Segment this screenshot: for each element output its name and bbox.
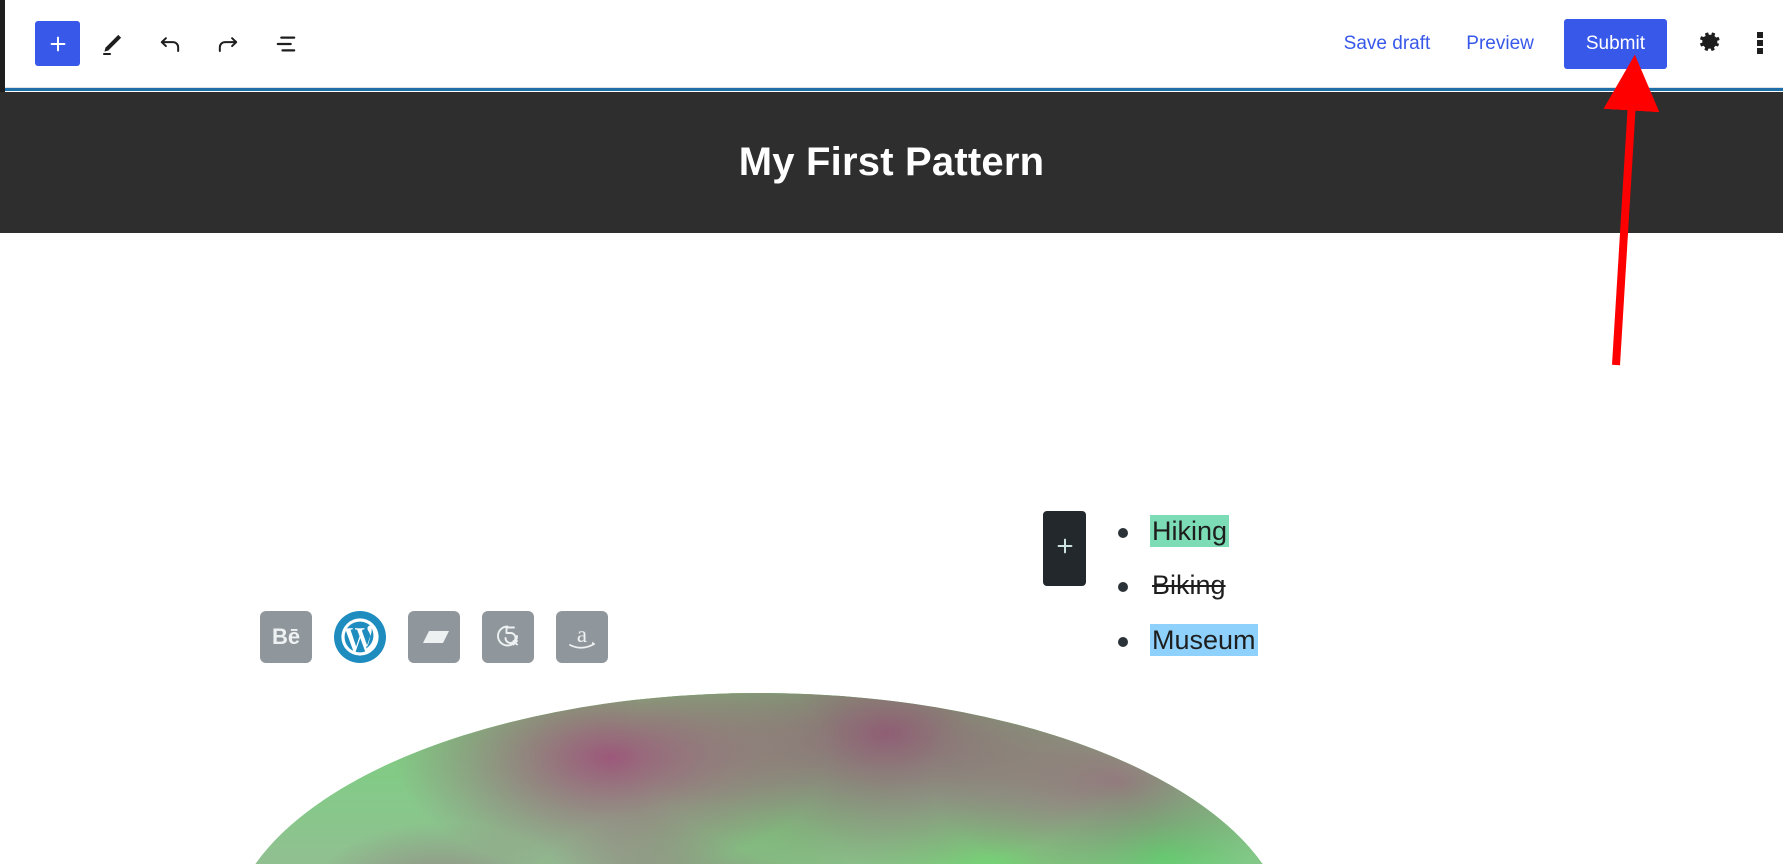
amazon-icon: a (565, 622, 599, 652)
social-icons-block: Bē a (260, 611, 608, 663)
edit-tool-button[interactable] (86, 18, 138, 70)
redo-button[interactable] (202, 18, 254, 70)
pattern-header-band: My First Pattern (0, 92, 1783, 233)
undo-icon (156, 30, 184, 58)
preview-button[interactable]: Preview (1450, 21, 1550, 67)
list-item-label: Museum (1150, 623, 1258, 656)
social-icon-wordpress[interactable] (334, 611, 386, 663)
social-icon-bandcamp[interactable] (408, 611, 460, 663)
behance-icon: Bē (271, 624, 301, 649)
redo-icon (214, 30, 242, 58)
social-icon-500px[interactable] (482, 611, 534, 663)
page-title: My First Pattern (738, 140, 1045, 184)
toolbar-divider (5, 88, 1783, 91)
fivehundredpx-icon (493, 622, 523, 652)
plus-icon (47, 33, 69, 55)
pencil-icon (99, 31, 125, 57)
bandcamp-icon (419, 628, 449, 646)
wordpress-icon (334, 611, 386, 663)
settings-button[interactable] (1683, 17, 1737, 71)
plus-icon (1054, 535, 1076, 562)
toolbar-left-group (5, 18, 312, 70)
image-mask-dome (228, 693, 1290, 864)
list-item[interactable]: Biking (1110, 567, 1258, 603)
submit-button[interactable]: Submit (1563, 18, 1667, 69)
social-icon-behance[interactable]: Bē (260, 611, 312, 663)
image-block[interactable] (228, 693, 1290, 864)
list-item[interactable]: Museum (1110, 622, 1258, 658)
editor-canvas: Bē a Hiking Biking Museum (0, 233, 1783, 864)
toolbar-right-group: Save draft Preview Submit (1328, 17, 1783, 71)
list-block-region: Hiking Biking Museum (1043, 511, 1258, 676)
undo-button[interactable] (144, 18, 196, 70)
list-item-label: Hiking (1150, 515, 1230, 547)
list-item[interactable]: Hiking (1110, 513, 1258, 549)
gear-icon (1697, 29, 1723, 58)
svg-text:a: a (577, 622, 587, 647)
list-view-icon (272, 30, 300, 58)
save-draft-button[interactable]: Save draft (1328, 21, 1447, 67)
more-vertical-icon (1757, 29, 1763, 58)
options-menu-button[interactable] (1743, 17, 1777, 71)
document-overview-button[interactable] (260, 18, 312, 70)
list-item-label: Biking (1152, 570, 1226, 601)
activity-list[interactable]: Hiking Biking Museum (1110, 511, 1258, 676)
inline-block-inserter-button[interactable] (1043, 511, 1086, 586)
social-icon-amazon[interactable]: a (556, 611, 608, 663)
mountain-photo-duotone (228, 693, 1290, 864)
editor-toolbar: Save draft Preview Submit (5, 0, 1783, 88)
editor-window: Save draft Preview Submit My First Patte… (0, 0, 1783, 864)
block-inserter-button[interactable] (35, 21, 80, 66)
